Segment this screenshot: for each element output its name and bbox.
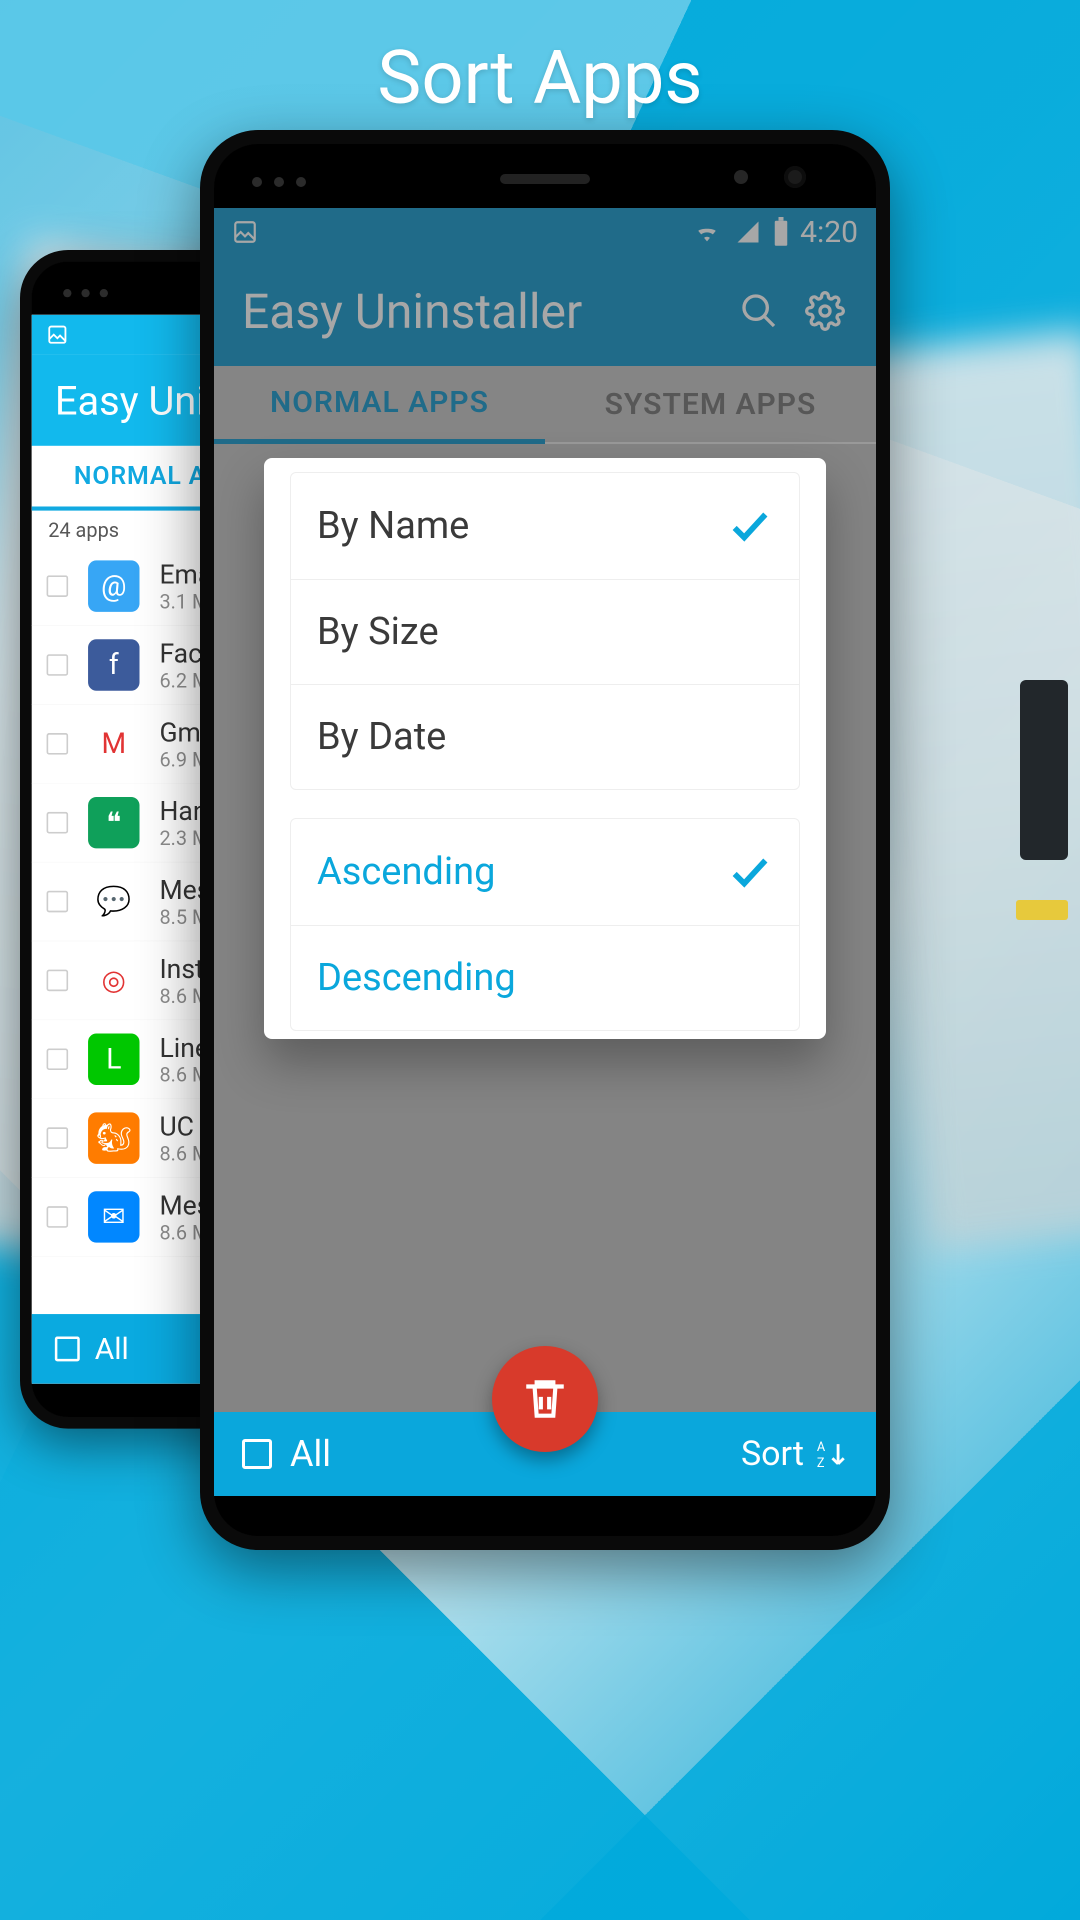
option-label: Descending (317, 956, 516, 1000)
order-option[interactable]: Descending (291, 925, 799, 1030)
order-option[interactable]: Ascending (291, 819, 799, 925)
uninstall-fab[interactable] (492, 1346, 598, 1452)
checkbox-icon[interactable] (47, 1206, 69, 1228)
sort-option[interactable]: By Size (291, 579, 799, 684)
option-label: By Name (317, 504, 469, 548)
option-label: By Date (317, 715, 446, 759)
checkbox-icon[interactable] (47, 970, 69, 992)
select-all[interactable]: All (242, 1433, 331, 1475)
checkbox-icon[interactable] (47, 812, 69, 834)
select-all[interactable]: All (55, 1331, 129, 1366)
app-icon: f (88, 639, 139, 690)
sort-button[interactable]: Sort AZ (741, 1434, 848, 1474)
option-label: By Size (317, 610, 439, 654)
select-all-label: All (290, 1433, 331, 1475)
sort-option[interactable]: By Date (291, 684, 799, 789)
phone-mock-front: 4:20 Easy Uninstaller NORMAL APPS SYSTEM… (200, 130, 890, 1550)
checkbox-icon[interactable] (47, 1048, 69, 1070)
sort-option[interactable]: By Name (291, 473, 799, 579)
app-icon: ◎ (88, 955, 139, 1006)
svg-text:Z: Z (817, 1456, 825, 1471)
sort-by-group: By Name By Size By Date (290, 472, 800, 790)
check-icon (727, 849, 773, 895)
checkbox-icon[interactable] (47, 733, 69, 755)
app-icon: ✉ (88, 1191, 139, 1242)
sort-order-group: Ascending Descending (290, 818, 800, 1031)
checkbox-icon[interactable] (47, 575, 69, 597)
sort-dialog: By Name By Size By Date Ascending Descendin… (264, 458, 826, 1039)
app-icon: ❝ (88, 797, 139, 848)
sort-az-icon: AZ (814, 1437, 848, 1471)
app-icon: M (88, 718, 139, 769)
sort-label: Sort (741, 1434, 804, 1474)
promo-title: Sort Apps (0, 35, 1080, 122)
checkbox-icon[interactable] (47, 891, 69, 913)
app-icon: L (88, 1034, 139, 1085)
image-icon (47, 324, 69, 346)
select-all-label: All (95, 1331, 129, 1366)
option-label: Ascending (317, 850, 495, 894)
app-icon: 💬 (88, 876, 139, 927)
app-icon: 🐿 (88, 1112, 139, 1163)
trash-icon (520, 1374, 570, 1424)
app-icon: @ (88, 560, 139, 611)
svg-text:A: A (817, 1440, 826, 1455)
checkbox-icon[interactable] (47, 654, 69, 676)
checkbox-icon (55, 1336, 80, 1361)
check-icon (727, 503, 773, 549)
checkbox-icon[interactable] (47, 1127, 69, 1149)
checkbox-icon (242, 1439, 272, 1469)
